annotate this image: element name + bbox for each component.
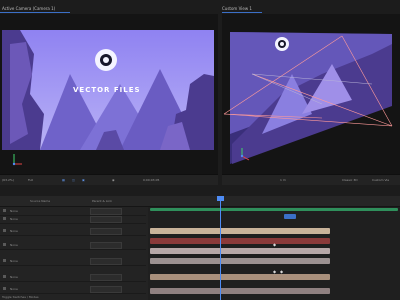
playhead-handle[interactable] (217, 196, 224, 201)
playhead-line[interactable] (220, 196, 221, 300)
layer-track-bar[interactable] (150, 238, 330, 244)
layer-row[interactable]: None (0, 273, 146, 282)
layer-row[interactable]: None (0, 227, 146, 236)
custom-view-3d-artwork (223, 32, 393, 164)
resolution-dropdown[interactable]: Full (28, 178, 33, 182)
parent-value: None (10, 209, 18, 213)
current-time-display[interactable]: 0;00;03;05 (143, 178, 159, 182)
viewer-left-title[interactable]: Active Camera (Camera 1) (2, 6, 55, 11)
layer-row[interactable]: None (0, 215, 146, 224)
parent-dropdown[interactable] (90, 258, 122, 265)
viewer-left-toolbar: (63.2%) Full ▦ ◫ ▣ ◉ 0;00;03;05 (0, 174, 218, 185)
view-select-dropdown[interactable]: Custom Vie (372, 178, 389, 182)
visibility-toggle[interactable] (3, 243, 6, 246)
keyframe-icon[interactable]: ◆ (273, 242, 276, 247)
camera-snapshot-icon[interactable]: ◉ (112, 178, 115, 182)
parent-value: None (10, 275, 18, 279)
mask-icon[interactable]: ◫ (72, 178, 75, 182)
parent-value: None (10, 229, 18, 233)
viewer-left-tab-indicator (0, 12, 70, 13)
overlay-title-text: VECTOR FILES (73, 86, 141, 94)
layer-track-bar[interactable] (150, 258, 330, 264)
timeline-panel: Source Name Parent & Link None None None… (0, 196, 400, 300)
layer-track-bar[interactable] (150, 248, 330, 254)
renderer-dropdown[interactable]: Classic 3D (342, 178, 358, 182)
transparency-icon[interactable]: ▣ (82, 178, 85, 182)
parent-value: None (10, 243, 18, 247)
time-ruler[interactable] (148, 196, 400, 207)
layer-track-bar[interactable] (150, 228, 330, 234)
track-area[interactable]: ◆ ◆ ◆ (148, 196, 400, 300)
selected-keyframe-block[interactable] (284, 214, 296, 219)
layer-track-bar[interactable] (150, 274, 330, 280)
parent-dropdown[interactable] (90, 208, 122, 215)
parent-link-column[interactable]: Parent & Link (92, 199, 112, 203)
work-area-bar[interactable] (150, 208, 398, 211)
layer-row[interactable]: None (0, 257, 146, 266)
source-name-column[interactable]: Source Name (30, 199, 50, 203)
visibility-toggle[interactable] (3, 229, 6, 232)
parent-dropdown[interactable] (90, 274, 122, 281)
viewer-right[interactable] (222, 14, 400, 174)
layers-list: None None None None None None None Toggl… (0, 207, 146, 300)
visibility-toggle[interactable] (3, 209, 6, 212)
composition-artwork (2, 30, 214, 166)
visibility-toggle[interactable] (3, 259, 6, 262)
layer-row[interactable]: None (0, 285, 146, 294)
grid-icon[interactable]: ▦ (62, 178, 65, 182)
parent-value: None (10, 259, 18, 263)
visibility-toggle[interactable] (3, 217, 6, 220)
toggle-modes-label[interactable]: Toggle Switches / Modes (2, 295, 39, 299)
viewer-right-tab-indicator (222, 12, 262, 13)
parent-dropdown[interactable] (90, 242, 122, 249)
viewer-left[interactable]: VECTOR FILES (0, 14, 218, 174)
viewer-right-title[interactable]: Custom View 1 (222, 6, 252, 11)
viewer-right-toolbar: 1 Vi Classic 3D Custom Vie (222, 174, 400, 185)
parent-dropdown[interactable] (90, 286, 122, 293)
parent-value: None (10, 217, 18, 221)
parent-value: None (10, 287, 18, 291)
keyframe-icon[interactable]: ◆ (280, 269, 283, 274)
layer-track-bar[interactable] (150, 288, 330, 294)
views-count-dropdown[interactable]: 1 Vi (280, 178, 286, 182)
parent-dropdown[interactable] (90, 216, 122, 223)
zoom-level-dropdown[interactable]: (63.2%) (2, 178, 14, 182)
layer-row[interactable]: None (0, 241, 146, 250)
keyframe-icon[interactable]: ◆ (273, 269, 276, 274)
visibility-toggle[interactable] (3, 287, 6, 290)
visibility-toggle[interactable] (3, 275, 6, 278)
parent-dropdown[interactable] (90, 228, 122, 235)
